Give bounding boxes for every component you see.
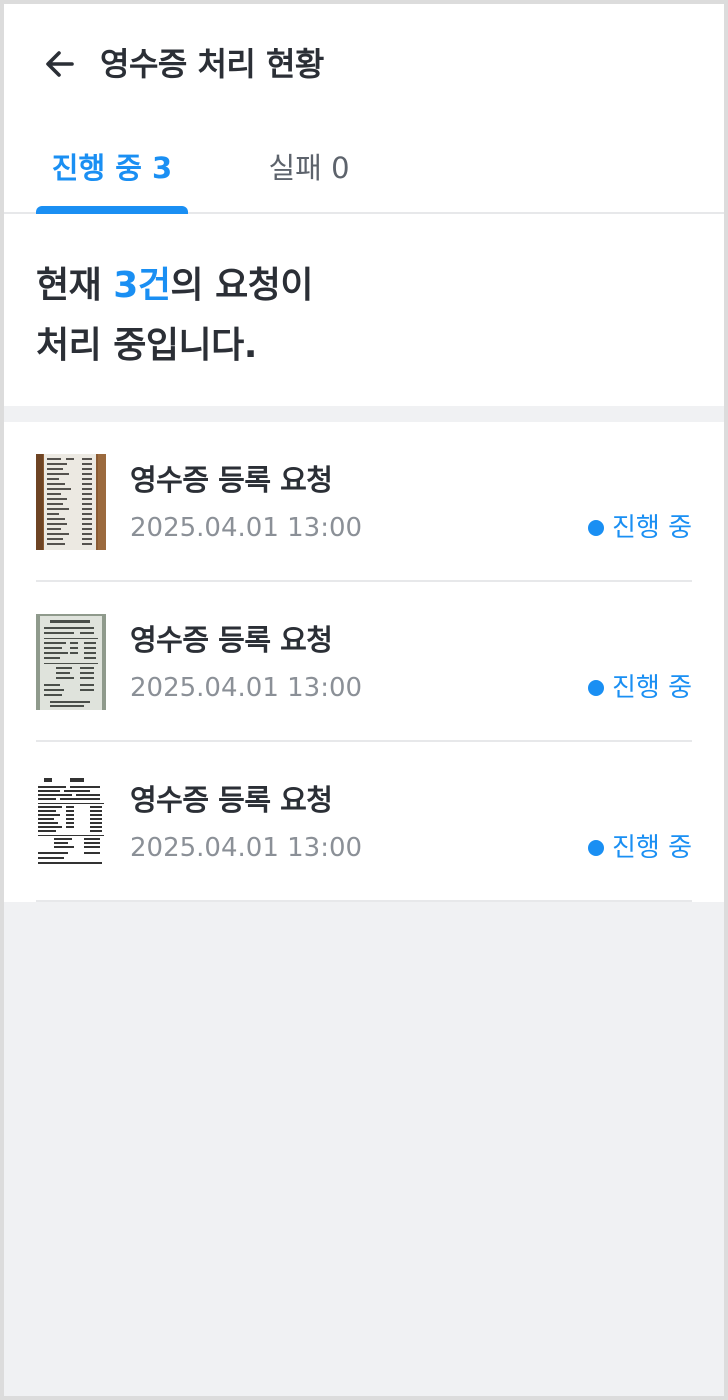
status-dot-icon <box>587 840 604 856</box>
list-item[interactable]: 영수증 등록 요청 2025.04.01 13:00 진행 중 <box>36 742 692 902</box>
status-badge: 진행 중 <box>587 508 692 548</box>
summary-suffix: 의 요청이 <box>170 265 313 306</box>
active-tab-indicator <box>36 206 188 214</box>
tab-bar: 진행 중 3 실패 0 <box>4 122 724 214</box>
status-badge: 진행 중 <box>587 828 692 868</box>
status-label: 진행 중 <box>611 673 692 703</box>
tab-in-progress[interactable]: 진행 중 3 <box>36 146 188 190</box>
summary-section: 현재 3건의 요청이 처리 중입니다. <box>4 214 724 406</box>
item-title: 영수증 등록 요청 <box>130 463 333 497</box>
status-badge: 진행 중 <box>587 668 692 708</box>
item-title: 영수증 등록 요청 <box>130 623 333 657</box>
item-date: 2025.04.01 13:00 <box>130 513 363 543</box>
tab-failed[interactable]: 실패 0 <box>236 146 382 190</box>
list-item[interactable]: 영수증 등록 요청 2025.04.01 13:00 진행 중 <box>36 582 692 742</box>
receipt-thumbnail <box>36 454 106 550</box>
back-button[interactable] <box>38 42 82 86</box>
arrow-left-icon <box>46 51 74 77</box>
summary-line-1: 현재 3건의 요청이 <box>36 256 313 316</box>
status-dot-icon <box>587 680 604 696</box>
status-label: 진행 중 <box>611 833 692 863</box>
receipt-thumbnail <box>36 774 106 870</box>
page-title: 영수증 처리 현황 <box>100 45 324 83</box>
summary-line-2: 처리 중입니다. <box>36 325 257 366</box>
request-list: 영수증 등록 요청 2025.04.01 13:00 진행 중 영수증 등록 요… <box>4 422 724 902</box>
receipt-thumbnail <box>36 614 106 710</box>
app-frame: 영수증 처리 현황 진행 중 3 실패 0 현재 3건의 요청이 처리 중입니다… <box>0 0 728 1400</box>
summary-prefix: 현재 <box>36 265 114 306</box>
list-item[interactable]: 영수증 등록 요청 2025.04.01 13:00 진행 중 <box>36 422 692 582</box>
status-dot-icon <box>587 520 604 536</box>
item-date: 2025.04.01 13:00 <box>130 833 363 863</box>
item-title: 영수증 등록 요청 <box>130 783 333 817</box>
summary-text: 현재 3건의 요청이 처리 중입니다. <box>36 256 313 376</box>
summary-count: 3건 <box>113 265 171 306</box>
item-date: 2025.04.01 13:00 <box>130 673 363 703</box>
status-label: 진행 중 <box>611 513 692 543</box>
header: 영수증 처리 현황 <box>4 4 724 122</box>
